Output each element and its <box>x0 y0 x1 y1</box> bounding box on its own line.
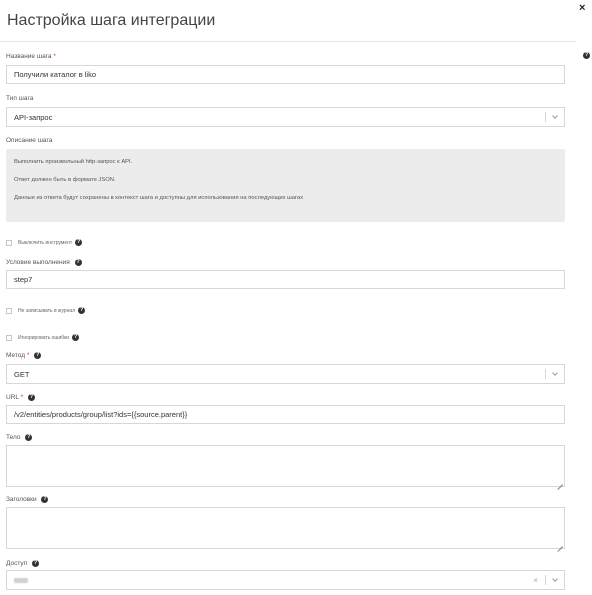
condition-input[interactable]: step7 <box>6 270 565 289</box>
url-label: URL * ? <box>6 394 35 402</box>
help-icon[interactable]: ? <box>31 560 39 567</box>
clear-icon[interactable]: × <box>533 576 538 585</box>
disable-tool-checkbox[interactable] <box>6 239 12 246</box>
description-label: Описание шага <box>6 137 53 144</box>
help-icon[interactable]: ? <box>34 352 42 359</box>
help-icon[interactable]: ? <box>41 496 49 503</box>
headers-textarea[interactable] <box>6 507 565 549</box>
required-mark: * <box>20 394 24 402</box>
headers-label: Заголовки ? <box>6 496 49 504</box>
no-log-row[interactable]: Не записывать в журнал ? <box>6 307 86 314</box>
required-mark: * <box>53 53 56 60</box>
help-icon[interactable]: ? <box>27 394 35 401</box>
body-textarea[interactable] <box>6 445 565 487</box>
access-label: Доступ ? <box>6 560 39 568</box>
chevron-down-icon[interactable] <box>545 112 564 122</box>
help-icon[interactable]: ? <box>78 307 86 314</box>
help-icon[interactable]: ? <box>75 239 83 246</box>
required-mark: * <box>26 352 30 360</box>
chevron-down-icon[interactable] <box>545 369 564 379</box>
disable-tool-row[interactable]: Выключить инструмент ? <box>6 239 83 246</box>
body-label: Тело ? <box>6 434 33 442</box>
help-icon[interactable]: ? <box>72 334 80 341</box>
step-type-select[interactable]: API-запрос <box>6 107 565 127</box>
step-name-label: Название шага * <box>6 53 56 60</box>
access-select[interactable]: × <box>6 570 565 590</box>
url-input[interactable]: /v2/entities/products/group/list?ids={{s… <box>6 405 565 424</box>
no-log-checkbox[interactable] <box>6 307 12 314</box>
step-name-input[interactable]: Получили каталог в liko <box>6 65 565 84</box>
description-line: Ответ должен быть в формате JSON. <box>14 177 116 183</box>
method-label: Метод * ? <box>6 352 42 360</box>
ignore-errors-checkbox[interactable] <box>6 334 12 341</box>
access-value-redacted <box>14 577 28 583</box>
condition-label: Условие выполнения ? <box>6 259 82 267</box>
modal-title: Настройка шага интеграции <box>7 12 216 29</box>
description-line: Выполнить произвольный http-запрос к API… <box>14 159 133 165</box>
help-icon[interactable]: ? <box>583 52 590 59</box>
method-select[interactable]: GET <box>6 364 565 384</box>
step-type-label: Тип шага <box>6 95 34 102</box>
resize-handle-icon[interactable] <box>557 541 563 547</box>
chevron-down-icon[interactable] <box>545 575 564 585</box>
help-icon[interactable]: ? <box>74 259 82 266</box>
header-divider <box>0 41 576 42</box>
help-icon[interactable]: ? <box>25 434 33 441</box>
description-box: Выполнить произвольный http-запрос к API… <box>6 149 565 222</box>
close-icon[interactable]: × <box>579 3 585 14</box>
ignore-errors-row[interactable]: Игнорировать ошибки ? <box>6 334 80 341</box>
description-line: Данные из ответа будут сохранены в конте… <box>14 195 304 201</box>
resize-handle-icon[interactable] <box>557 479 563 485</box>
